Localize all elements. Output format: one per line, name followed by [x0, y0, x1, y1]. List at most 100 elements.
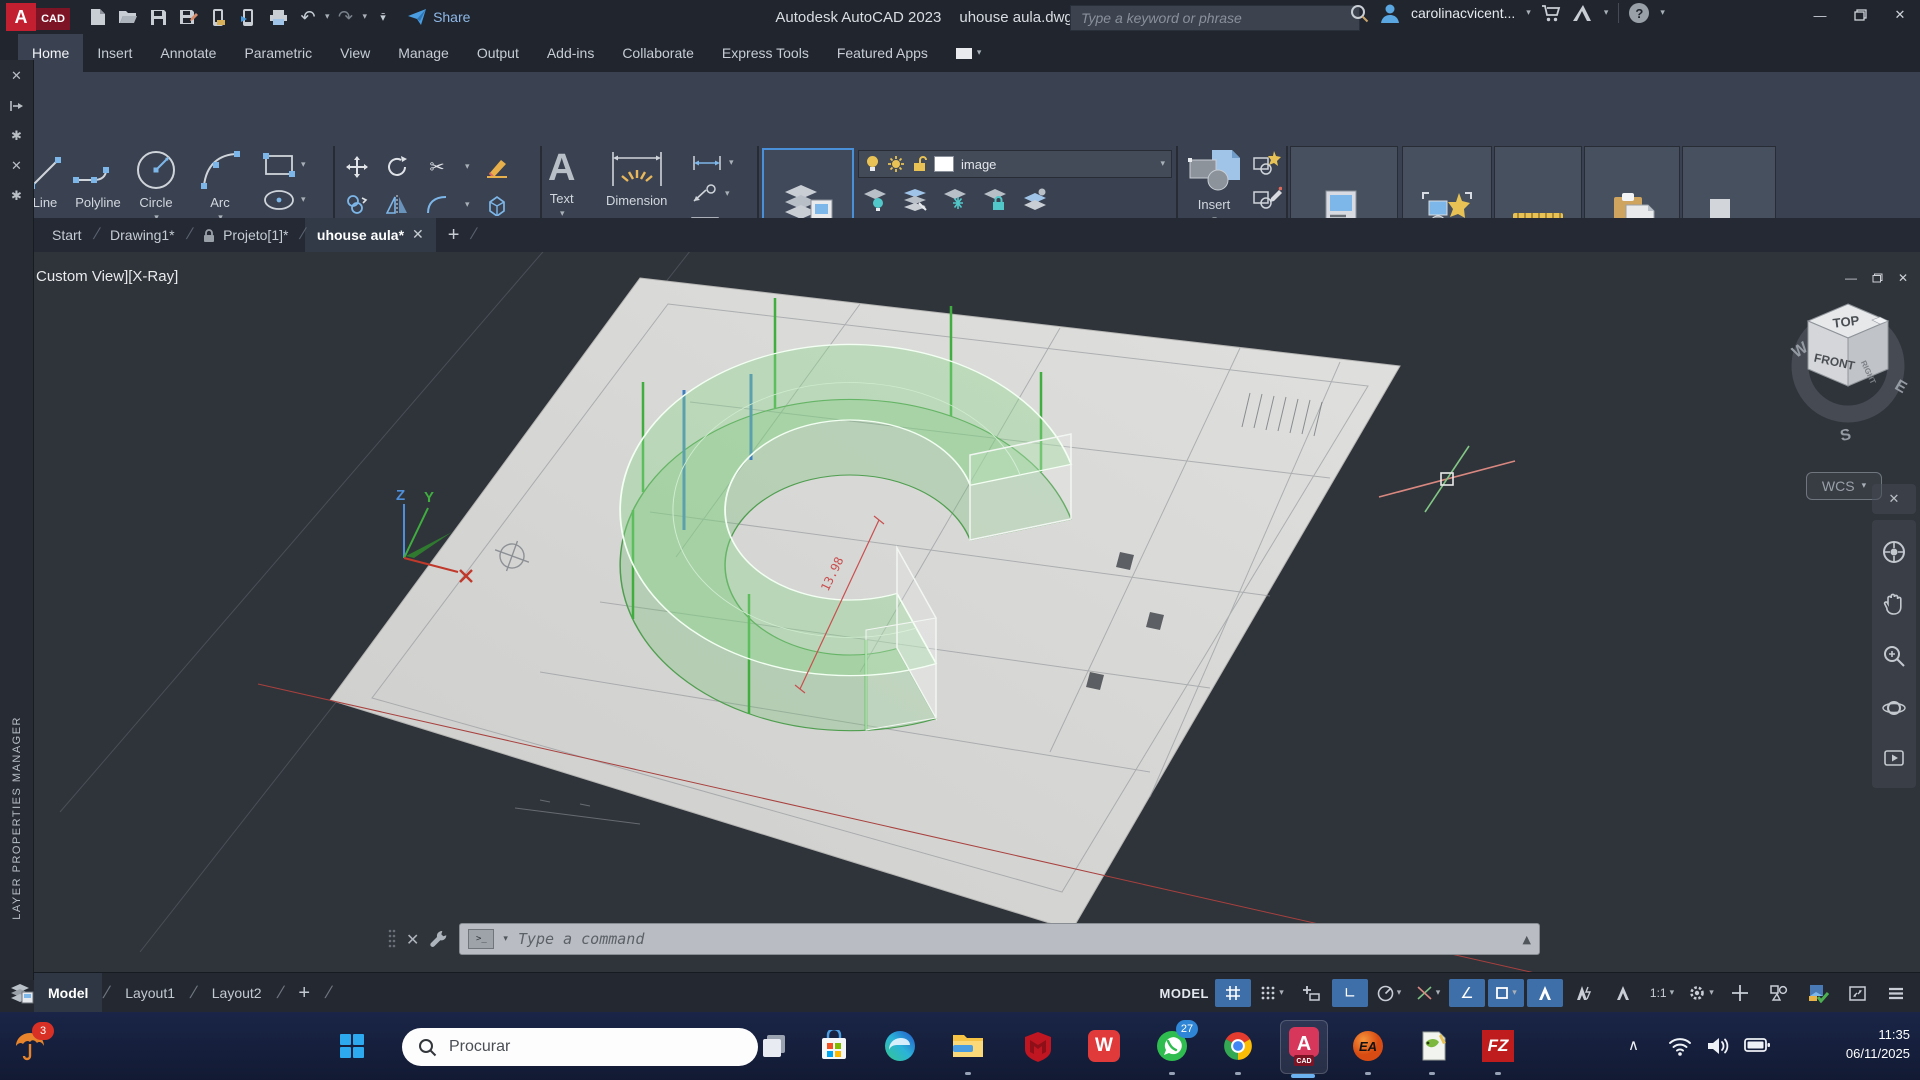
copy-button[interactable]: [344, 192, 370, 218]
clean-screen-button[interactable]: [1839, 979, 1875, 1007]
battery-icon[interactable]: [1744, 1036, 1770, 1054]
redo-button[interactable]: ↷: [332, 3, 360, 31]
help-search-input[interactable]: [1079, 9, 1351, 27]
isometric-drafting-toggle[interactable]: ▾: [1410, 979, 1446, 1007]
user-avatar-icon[interactable]: [1379, 3, 1401, 23]
layer-dropdown-caret[interactable]: ▾: [1160, 159, 1165, 169]
tab-layout2[interactable]: Layout2: [198, 973, 276, 1013]
layer-lock-button[interactable]: [982, 188, 1008, 212]
layer-off-button[interactable]: [862, 188, 888, 212]
new-file-button[interactable]: [84, 3, 112, 31]
annotation-scale-button[interactable]: 1:1▾: [1644, 979, 1680, 1007]
mcafee-icon[interactable]: [1018, 1026, 1058, 1066]
share-button[interactable]: Share: [407, 8, 470, 26]
new-layout-button[interactable]: +: [284, 973, 324, 1013]
rectangle-caret[interactable]: ▾: [301, 160, 306, 170]
edit-block-button[interactable]: [1252, 184, 1282, 210]
minimize-button[interactable]: —: [1800, 0, 1840, 30]
autodesk-logo-icon[interactable]: [1571, 4, 1593, 22]
annotation-scale-icon[interactable]: [1605, 979, 1641, 1007]
ea-app-icon[interactable]: EA: [1348, 1026, 1388, 1066]
dynamic-input-toggle[interactable]: [1293, 979, 1329, 1007]
tab-view[interactable]: View: [326, 34, 384, 72]
rectangle-button[interactable]: [262, 152, 296, 178]
pan-hand-icon[interactable]: [1883, 592, 1905, 616]
orbit-icon[interactable]: [1882, 696, 1906, 720]
leader-button[interactable]: [690, 184, 720, 204]
linear-dimension-button[interactable]: [690, 154, 724, 172]
polyline-button[interactable]: Polyline: [72, 152, 124, 210]
move-button[interactable]: [344, 154, 370, 180]
weather-widget-icon[interactable]: 3: [10, 1026, 50, 1066]
close-button[interactable]: ✕: [1880, 0, 1920, 30]
layer-isolate-button[interactable]: [902, 188, 928, 212]
layer-freeze-button[interactable]: [942, 188, 968, 212]
viewport-close-button[interactable]: ✕: [1892, 270, 1914, 286]
polar-tracking-toggle[interactable]: ▾: [1371, 979, 1407, 1007]
layout-quick-view-icon[interactable]: [10, 982, 34, 1004]
file-tab-projeto[interactable]: Projeto[1]*: [191, 218, 300, 252]
user-caret[interactable]: ▾: [1526, 8, 1531, 18]
tray-hidden-icons-button[interactable]: ∧: [1628, 1036, 1639, 1054]
wps-office-icon[interactable]: W: [1084, 1026, 1124, 1066]
microsoft-store-icon[interactable]: [814, 1026, 854, 1066]
status-menu-button[interactable]: [1878, 979, 1914, 1007]
whatsapp-icon[interactable]: 27: [1152, 1026, 1192, 1066]
customization-gear-button[interactable]: ▾: [1683, 979, 1719, 1007]
help-icon[interactable]: ?: [1629, 3, 1649, 23]
command-tools-icon[interactable]: [429, 929, 449, 949]
layer-dropdown[interactable]: image ▾: [858, 150, 1172, 178]
tab-model[interactable]: Model: [34, 973, 102, 1013]
tab-add-ins[interactable]: Add-ins: [533, 34, 608, 72]
crosshair-button[interactable]: [1722, 979, 1758, 1007]
tab-annotate[interactable]: Annotate: [146, 34, 230, 72]
open-from-mobile-button[interactable]: [204, 3, 232, 31]
linear-dimension-caret[interactable]: ▾: [729, 158, 734, 168]
redo-caret[interactable]: ▾: [363, 12, 368, 22]
showmotion-icon[interactable]: [1884, 748, 1904, 768]
search-icon[interactable]: [1350, 4, 1369, 23]
chrome-icon[interactable]: [1218, 1026, 1258, 1066]
tab-layout1[interactable]: Layout1: [111, 973, 189, 1013]
notepad-plus-plus-icon[interactable]: [1414, 1026, 1454, 1066]
tab-express-tools[interactable]: Express Tools: [708, 34, 823, 72]
nav-wheel-icon[interactable]: [1882, 540, 1906, 564]
file-explorer-icon[interactable]: [948, 1026, 988, 1066]
create-block-button[interactable]: [1252, 150, 1282, 176]
palette-properties-icon[interactable]: ✱: [11, 128, 22, 144]
tab-featured-apps[interactable]: Featured Apps: [823, 34, 942, 72]
help-search-box[interactable]: [1070, 5, 1360, 31]
restore-button[interactable]: [1840, 0, 1880, 30]
close-tab-icon[interactable]: ✕: [412, 227, 424, 243]
tab-parametric[interactable]: Parametric: [230, 34, 326, 72]
autodesk-caret[interactable]: ▾: [1604, 8, 1609, 18]
start-button[interactable]: [332, 1026, 372, 1066]
command-recent-caret[interactable]: ▾: [503, 934, 508, 944]
command-input-box[interactable]: >_ ▾ ▲: [459, 923, 1540, 955]
volume-icon[interactable]: [1706, 1036, 1730, 1056]
tab-insert[interactable]: Insert: [83, 34, 146, 72]
erase-button[interactable]: [484, 154, 510, 180]
annotation-autoscale-toggle[interactable]: [1566, 979, 1602, 1007]
dimension-button[interactable]: Dimension: [606, 148, 667, 208]
cart-icon[interactable]: [1541, 4, 1561, 23]
file-tab-uhouse-aula[interactable]: uhouse aula* ✕: [305, 218, 436, 252]
palette2-properties-icon[interactable]: ✱: [11, 188, 22, 204]
viewport-minimize-button[interactable]: —: [1840, 270, 1862, 286]
fillet-caret[interactable]: ▾: [465, 200, 470, 210]
ellipse-button[interactable]: [262, 188, 296, 212]
autocad-taskbar-button[interactable]: ACAD: [1280, 1020, 1328, 1074]
isolate-objects-button[interactable]: [1761, 979, 1797, 1007]
fillet-button[interactable]: [424, 192, 450, 218]
rotate-button[interactable]: [384, 154, 410, 180]
save-button[interactable]: [144, 3, 172, 31]
object-snap-toggle[interactable]: ▾: [1488, 979, 1524, 1007]
tab-output[interactable]: Output: [463, 34, 533, 72]
hardware-acceleration-button[interactable]: [1800, 979, 1836, 1007]
wcs-selector[interactable]: WCS▾: [1806, 472, 1882, 500]
explode-button[interactable]: [484, 192, 510, 218]
qat-customize-caret[interactable]: ▾̄: [369, 3, 397, 31]
palette-close-icon[interactable]: ✕: [11, 68, 22, 84]
filezilla-icon[interactable]: FZ: [1478, 1026, 1518, 1066]
undo-caret[interactable]: ▾: [325, 12, 330, 22]
